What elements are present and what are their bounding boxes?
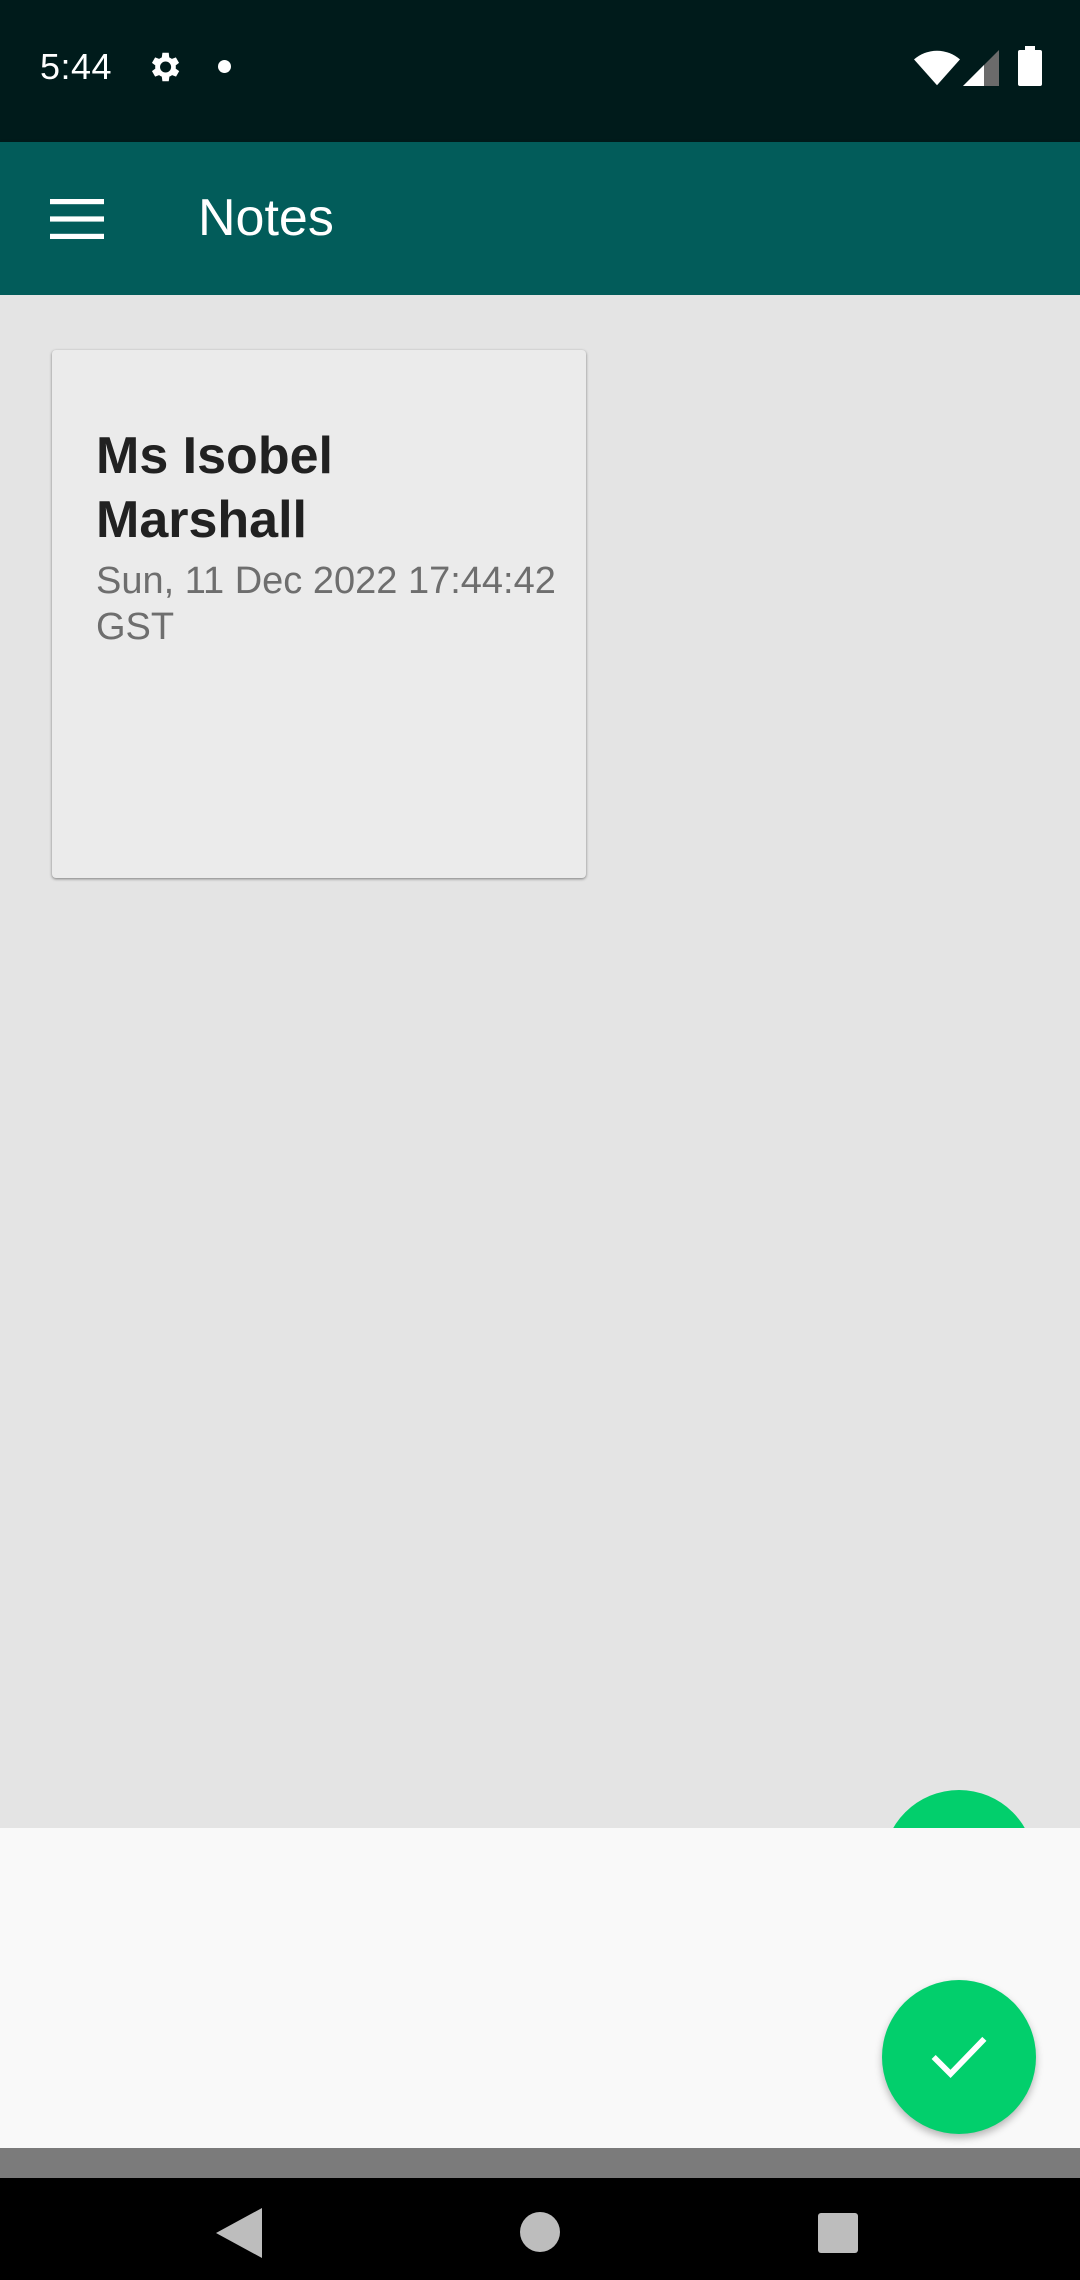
divider (0, 2148, 1080, 2178)
page-title: Notes (198, 189, 334, 247)
gear-icon (151, 52, 180, 82)
menu-button[interactable] (38, 188, 116, 250)
status-bar: 5:44 (0, 0, 1080, 142)
note-title: Ms Isobel Marshall (96, 427, 333, 549)
hamburger-menu-icon (50, 199, 104, 239)
checkmark-icon (931, 2036, 987, 2079)
app-bar: Notes (0, 142, 1080, 295)
recents-icon[interactable] (818, 2213, 858, 2253)
notification-dot-icon (218, 60, 231, 73)
system-nav-bar (0, 2178, 1080, 2280)
home-icon[interactable] (520, 2212, 560, 2252)
note-card[interactable]: Ms Isobel Marshall Sun, 11 Dec 2022 17:4… (52, 350, 586, 878)
status-time: 5:44 (40, 46, 113, 87)
notes-grid: Ms Isobel Marshall Sun, 11 Dec 2022 17:4… (0, 295, 1080, 1942)
battery-icon (1018, 46, 1042, 86)
signal-icon (963, 50, 999, 86)
back-icon[interactable] (216, 2208, 262, 2258)
confirm-button[interactable] (882, 1980, 1036, 2134)
wifi-icon (914, 50, 960, 86)
note-date: Sun, 11 Dec 2022 17:44:42 GST (96, 560, 556, 648)
